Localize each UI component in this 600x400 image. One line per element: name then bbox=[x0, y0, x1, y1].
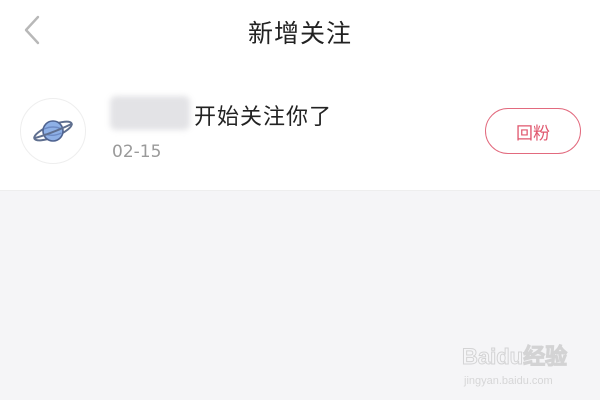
username-blurred[interactable] bbox=[110, 96, 190, 130]
top-bar: 新增关注 bbox=[0, 0, 600, 66]
notification-list: 开始关注你了 02-15 回粉 bbox=[0, 66, 600, 191]
notification-text: 开始关注你了 bbox=[194, 105, 333, 130]
avatar[interactable] bbox=[20, 98, 86, 164]
list-item[interactable]: 开始关注你了 02-15 回粉 bbox=[0, 66, 600, 190]
follow-back-button[interactable]: 回粉 bbox=[485, 108, 581, 154]
baidu-jingyan-watermark: Baidu经验 jingyan.baidu.com bbox=[462, 344, 568, 388]
planet-icon bbox=[33, 120, 73, 142]
timestamp: 02-15 bbox=[112, 142, 162, 162]
watermark-url: jingyan.baidu.com bbox=[463, 375, 553, 387]
page-title: 新增关注 bbox=[247, 19, 352, 48]
watermark-brand: Baidu经验 bbox=[462, 344, 567, 369]
